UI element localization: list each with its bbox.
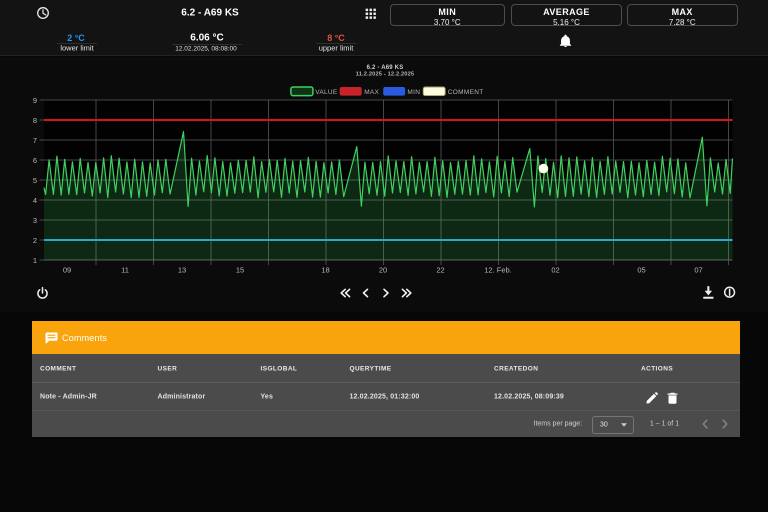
svg-text:12. Feb.: 12. Feb. xyxy=(484,266,512,275)
svg-text:MIN: MIN xyxy=(407,89,420,96)
svg-text:6.2 - A69 KS: 6.2 - A69 KS xyxy=(367,65,404,71)
svg-text:COMMENT: COMMENT xyxy=(448,89,484,96)
svg-text:11: 11 xyxy=(121,266,129,275)
svg-text:MAX: MAX xyxy=(364,89,379,96)
svg-text:07: 07 xyxy=(694,266,702,275)
svg-text:8: 8 xyxy=(33,116,37,125)
svg-text:VALUE: VALUE xyxy=(315,89,338,96)
svg-text:6: 6 xyxy=(33,156,37,165)
svg-text:2: 2 xyxy=(33,236,37,245)
svg-text:13: 13 xyxy=(178,266,186,275)
svg-text:7: 7 xyxy=(33,136,37,145)
svg-text:02: 02 xyxy=(551,266,559,275)
svg-text:09: 09 xyxy=(63,266,71,275)
svg-text:05: 05 xyxy=(637,266,645,275)
svg-text:5: 5 xyxy=(33,176,37,185)
svg-text:22: 22 xyxy=(436,266,444,275)
svg-text:9: 9 xyxy=(33,96,37,105)
svg-text:4: 4 xyxy=(33,196,37,205)
svg-text:20: 20 xyxy=(379,266,387,275)
svg-text:11.2.2025 - 12.2.2025: 11.2.2025 - 12.2.2025 xyxy=(356,72,415,78)
svg-text:15: 15 xyxy=(236,266,244,275)
svg-text:1: 1 xyxy=(33,256,37,265)
svg-text:3: 3 xyxy=(33,216,37,225)
svg-text:18: 18 xyxy=(321,266,329,275)
